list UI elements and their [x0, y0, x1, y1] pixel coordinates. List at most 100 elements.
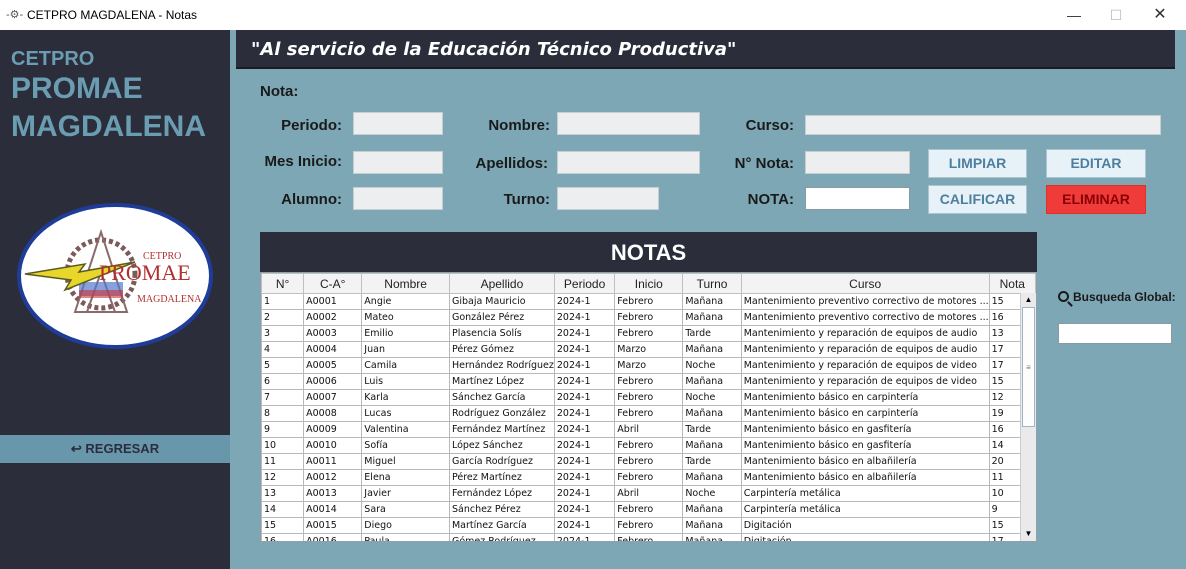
- editar-button[interactable]: EDITAR: [1046, 149, 1146, 178]
- curso-label: Curso:: [745, 117, 794, 134]
- table-row[interactable]: 14 A0014 Sara Sánchez Pérez 2024-1 Febrero Mañ…: [261, 501, 1036, 518]
- java-app-icon: -⚙-: [6, 9, 24, 21]
- column-header[interactable]: Nota: [988, 273, 1036, 294]
- table-cell: A0008: [303, 405, 363, 422]
- scroll-up-arrow-icon[interactable]: ▲: [1021, 293, 1036, 307]
- search-label: Busqueda Global:: [1073, 290, 1176, 304]
- table-cell: Mantenimiento básico en albañilería: [740, 469, 990, 486]
- table-cell: García Rodríguez: [448, 453, 555, 470]
- table-cell: Mañana: [682, 309, 742, 326]
- table-cell: Pérez Gómez: [448, 341, 555, 358]
- table-cell: Tarde: [682, 421, 742, 438]
- table-cell: 2024-1: [553, 341, 616, 358]
- table-cell: Gómez Rodríguez: [448, 533, 555, 541]
- table-cell: Mañana: [682, 405, 742, 422]
- periodo-field[interactable]: [353, 112, 443, 135]
- table-cell: Lucas: [361, 405, 450, 422]
- scroll-down-arrow-icon[interactable]: ▼: [1021, 527, 1036, 541]
- table-cell: A0009: [303, 421, 363, 438]
- search-icon: [1058, 291, 1069, 302]
- alumno-field[interactable]: [353, 187, 443, 210]
- table-row[interactable]: 7 A0007 Karla Sánchez García 2024-1 Febrero No…: [261, 389, 1036, 406]
- calificar-button[interactable]: CALIFICAR: [928, 185, 1027, 214]
- table-cell: 2024-1: [553, 421, 616, 438]
- periodo-label: Periodo:: [281, 117, 342, 134]
- table-row[interactable]: 4 A0004 Juan Pérez Gómez 2024-1 Marzo Mañana Ma…: [261, 341, 1036, 358]
- table-cell: 16: [261, 533, 305, 541]
- eliminar-button[interactable]: ELIMINAR: [1046, 185, 1146, 214]
- table-cell: 2024-1: [553, 325, 616, 342]
- table-row[interactable]: 9 A0009 Valentina Fernández Martínez 2024-1 A…: [261, 421, 1036, 438]
- table-row[interactable]: 13 A0013 Javier Fernández López 2024-1 Abril N…: [261, 485, 1036, 502]
- table-cell: 2024-1: [553, 405, 616, 422]
- table-cell: 2024-1: [553, 373, 616, 390]
- column-header[interactable]: Apellido: [448, 273, 555, 294]
- nombre-label: Nombre:: [488, 117, 550, 134]
- table-row[interactable]: 12 A0012 Elena Pérez Martínez 2024-1 Febrero M…: [261, 469, 1036, 486]
- table-cell: A0006: [303, 373, 363, 390]
- minimize-button[interactable]: —: [1054, 4, 1094, 26]
- table-row[interactable]: 1 A0001 Angie Gibaja Mauricio 2024-1 Febrero M…: [261, 293, 1036, 310]
- table-cell: Febrero: [614, 325, 684, 342]
- table-cell: 2024-1: [553, 517, 616, 534]
- table-cell: Febrero: [614, 469, 684, 486]
- table-row[interactable]: 15 A0015 Diego Martínez García 2024-1 Febrero…: [261, 517, 1036, 534]
- curso-field[interactable]: [805, 115, 1161, 135]
- table-scrollbar[interactable]: ▲ ≡ ▼: [1020, 293, 1036, 541]
- table-cell: Febrero: [614, 293, 684, 310]
- mes-inicio-label: Mes Inicio:: [264, 153, 342, 170]
- column-header[interactable]: Periodo: [553, 273, 616, 294]
- table-cell: 6: [261, 373, 305, 390]
- table-cell: Gibaja Mauricio: [448, 293, 555, 310]
- table-row[interactable]: 11 A0011 Miguel García Rodríguez 2024-1 Febre…: [261, 453, 1036, 470]
- table-cell: A0002: [303, 309, 363, 326]
- column-header[interactable]: Inicio: [614, 273, 684, 294]
- column-header[interactable]: N°: [261, 273, 305, 294]
- table-cell: 2024-1: [553, 357, 616, 374]
- table-row[interactable]: 8 A0008 Lucas Rodríguez González 2024-1 Febre…: [261, 405, 1036, 422]
- mes-inicio-field[interactable]: [353, 151, 443, 174]
- column-header[interactable]: Nombre: [361, 273, 450, 294]
- scrollbar-thumb[interactable]: ≡: [1022, 307, 1035, 427]
- table-cell: Digitación: [740, 533, 990, 541]
- table-cell: Febrero: [614, 437, 684, 454]
- table-row[interactable]: 2 A0002 Mateo González Pérez 2024-1 Febrero Ma…: [261, 309, 1036, 326]
- table-cell: Diego: [361, 517, 450, 534]
- table-cell: Angie: [361, 293, 450, 310]
- apellidos-field[interactable]: [557, 151, 700, 174]
- table-cell: Mantenimiento básico en albañilería: [740, 453, 990, 470]
- table-cell: Mantenimiento preventivo correctivo de m…: [740, 293, 990, 310]
- header-banner: "Al servicio de la Educación Técnico Pro…: [236, 30, 1175, 69]
- sidebar: CETPRO PROMAE MAGDALENA CETPRO PROMAE MA…: [0, 30, 230, 569]
- turno-label: Turno:: [503, 191, 550, 208]
- column-header[interactable]: C-A°: [303, 273, 363, 294]
- table-cell: 3: [261, 325, 305, 342]
- nota-input[interactable]: [805, 187, 910, 210]
- table-cell: Mañana: [682, 533, 742, 541]
- table-cell: Fernández Martínez: [448, 421, 555, 438]
- column-header[interactable]: Curso: [740, 273, 990, 294]
- table-cell: 2: [261, 309, 305, 326]
- table-cell: 1: [261, 293, 305, 310]
- table-row[interactable]: 10 A0010 Sofía López Sánchez 2024-1 Febrero Ma…: [261, 437, 1036, 454]
- nombre-field[interactable]: [557, 112, 700, 135]
- table-cell: Mañana: [682, 501, 742, 518]
- window-titlebar: -⚙- CETPRO MAGDALENA - Notas — ☐ ✕: [0, 0, 1186, 30]
- back-button[interactable]: ↩ REGRESAR: [0, 435, 230, 463]
- table-cell: Mantenimiento y reparación de equipos de…: [740, 373, 990, 390]
- maximize-button[interactable]: ☐: [1096, 4, 1136, 26]
- turno-field[interactable]: [557, 187, 659, 210]
- n-nota-field[interactable]: [805, 151, 910, 174]
- close-button[interactable]: ✕: [1140, 4, 1180, 26]
- table-cell: A0016: [303, 533, 363, 541]
- table-row[interactable]: 16 A0016 Paula Gómez Rodríguez 2024-1 Febrero…: [261, 533, 1036, 541]
- search-input[interactable]: [1058, 323, 1172, 344]
- limpiar-button[interactable]: LIMPIAR: [928, 149, 1027, 178]
- table-row[interactable]: 3 A0003 Emilio Plasencia Solís 2024-1 Febrero…: [261, 325, 1036, 342]
- brand-line-1: CETPRO: [11, 48, 95, 70]
- table-cell: Mañana: [682, 517, 742, 534]
- table-row[interactable]: 6 A0006 Luis Martínez López 2024-1 Febrero Mañ…: [261, 373, 1036, 390]
- column-header[interactable]: Turno: [682, 273, 742, 294]
- table-cell: Mantenimiento básico en gasfitería: [740, 437, 990, 454]
- table-row[interactable]: 5 A0005 Camila Hernández Rodríguez 2024-1 Mar…: [261, 357, 1036, 374]
